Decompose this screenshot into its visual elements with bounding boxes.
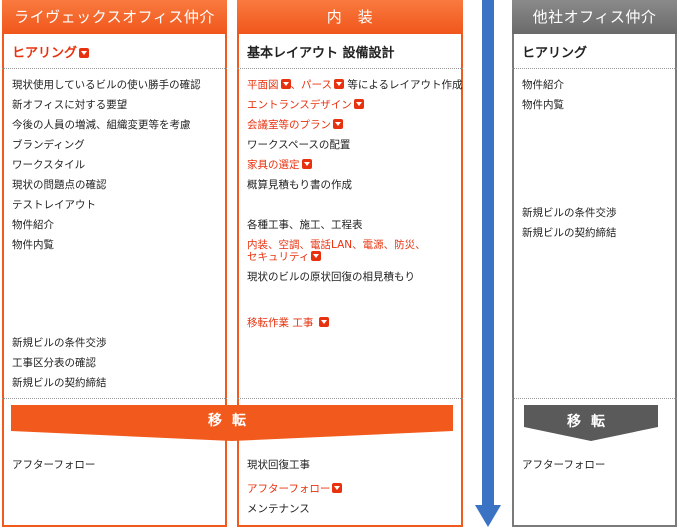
move-banner: 移転 [11, 405, 453, 441]
list-item: 物件紹介 [12, 219, 54, 231]
furniture-link[interactable]: 家具の選定 [247, 158, 312, 172]
list-item: 新規ビルの条件交渉 [522, 207, 617, 219]
list-item: 各種工事、施工、工程表 [247, 219, 363, 231]
list-item: 新オフィスに対する要望 [12, 99, 128, 111]
arrow-head-icon [475, 505, 501, 527]
dropdown-icon[interactable] [280, 79, 291, 89]
list-item: テストレイアウト [12, 199, 96, 211]
list-item: メンテナンス [247, 503, 310, 515]
entrance-link[interactable]: エントランスデザイン [247, 98, 364, 112]
list-item: 概算見積もり書の作成 [247, 179, 352, 191]
security-label: セキュリティ [247, 251, 310, 263]
move-label: 移転 [567, 414, 615, 430]
list-item: ワークスタイル [12, 159, 86, 171]
divider [2, 398, 227, 399]
list-item: 今後の人員の増減、組織変更等を考慮 [12, 119, 191, 131]
list-item: ワークスペースの配置 [247, 139, 351, 151]
moving-label: 移転作業 工事 [247, 317, 314, 329]
after-follow-link[interactable]: アフターフォロー [247, 482, 343, 496]
list-item: 現状のビルの原状回復の相見積もり [247, 271, 415, 283]
layout-text: 等によるレイアウト作成 [343, 79, 463, 91]
dropdown-icon[interactable] [311, 251, 322, 261]
list-item: 物件内覧 [522, 99, 564, 111]
dropdown-icon[interactable] [301, 159, 312, 169]
list-item: 新規ビルの契約締結 [12, 377, 107, 389]
divider [237, 398, 463, 399]
column-header: ライヴェックスオフィス仲介 [2, 0, 227, 34]
entrance-label: エントランスデザイン [247, 99, 352, 111]
meeting-label: 会議室等のプラン [247, 119, 331, 131]
move-banner-other: 移転 [524, 405, 658, 441]
divider [237, 68, 463, 69]
list-item: ブランディング [12, 139, 85, 151]
divider [512, 68, 677, 69]
move-label: 移転 [208, 413, 256, 429]
column-interior: 内 装 基本レイアウト 設備設計 平面図 、パース 等によるレイアウト作成 エント… [237, 0, 463, 527]
basic-layout-title: 基本レイアウト 設備設計 [247, 46, 395, 61]
list-item: 物件内覧 [12, 239, 54, 251]
list-item: 現状回復工事 [247, 459, 310, 471]
perspective-link[interactable]: 、パース [291, 79, 332, 91]
dropdown-icon[interactable] [353, 99, 364, 109]
divider [512, 398, 677, 399]
list-item: 現状の問題点の確認 [12, 179, 107, 191]
moving-work-link[interactable]: 移転作業 工事 [247, 316, 329, 330]
furniture-label: 家具の選定 [247, 159, 300, 171]
security-link[interactable]: セキュリティ [247, 250, 322, 264]
floor-plan-link[interactable]: 平面図 [247, 79, 279, 91]
hearing-label: ヒアリング [12, 46, 78, 61]
column-other-broker: 他社オフィス仲介 ヒアリング 物件紹介 物件内覧 新規ビルの条件交渉 新規ビルの… [512, 0, 677, 527]
after-follow: アフターフォロー [12, 459, 96, 471]
list-item: 現状使用しているビルの使い勝手の確認 [12, 79, 201, 91]
dropdown-icon[interactable] [79, 48, 90, 58]
list-item: 工事区分表の確認 [12, 357, 96, 369]
after-follow-label: アフターフォロー [247, 483, 331, 495]
timeline-arrow [482, 0, 494, 506]
list-item: 新規ビルの契約締結 [522, 227, 617, 239]
hearing-title: ヒアリング [522, 46, 588, 61]
dropdown-icon[interactable] [332, 483, 343, 493]
after-follow: アフターフォロー [522, 459, 606, 471]
column-header: 他社オフィス仲介 [512, 0, 677, 34]
dropdown-icon[interactable] [333, 79, 344, 89]
dropdown-icon[interactable] [318, 317, 329, 327]
column-livex: ライヴェックスオフィス仲介 ヒアリング 現状使用しているビルの使い勝手の確認 新… [2, 0, 227, 527]
list-item: 新規ビルの条件交渉 [12, 337, 107, 349]
divider [2, 68, 227, 69]
column-header: 内 装 [237, 0, 463, 34]
layout-item: 平面図 、パース 等によるレイアウト作成 [247, 78, 463, 92]
list-item: 物件紹介 [522, 79, 564, 91]
dropdown-icon[interactable] [333, 119, 343, 129]
hearing-link[interactable]: ヒアリング [12, 42, 90, 61]
meeting-room-link[interactable]: 会議室等のプラン [247, 118, 343, 132]
